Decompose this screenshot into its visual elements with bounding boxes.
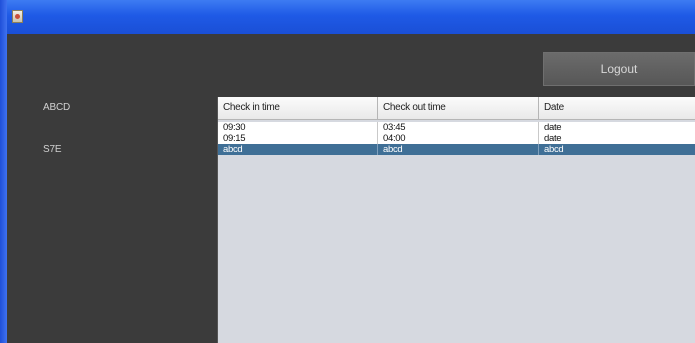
cell-check-in: 09:30 <box>218 122 378 133</box>
logout-button[interactable]: Logout <box>543 52 695 86</box>
java-app-icon[interactable] <box>12 10 23 23</box>
cell-check-out: abcd <box>378 144 539 155</box>
cell-check-out: 03:45 <box>378 122 539 133</box>
cell-check-in: abcd <box>218 144 378 155</box>
main-panel: Logout ABCD S7E Check in time Check out … <box>7 34 695 343</box>
user-id-label: S7E <box>43 144 62 155</box>
table-row-selected[interactable]: abcd abcd abcd <box>218 144 695 155</box>
cell-date: date <box>544 133 562 144</box>
table-header: Check in time Check out time Date <box>218 97 695 120</box>
column-header-check-in[interactable]: Check in time <box>218 97 378 119</box>
window-left-border <box>0 0 7 343</box>
app-window: Logout ABCD S7E Check in time Check out … <box>7 0 695 343</box>
cell-date: date <box>544 122 562 133</box>
column-header-date[interactable]: Date <box>539 97 695 119</box>
attendance-table[interactable]: Check in time Check out time Date 09:30 … <box>217 97 695 343</box>
column-header-check-out[interactable]: Check out time <box>378 97 539 119</box>
cell-check-out: 04:00 <box>378 133 539 144</box>
table-row[interactable]: 09:30 03:45 date <box>218 122 695 133</box>
cell-check-in: 09:15 <box>218 133 378 144</box>
user-name-label: ABCD <box>43 102 70 113</box>
cell-date: abcd <box>544 144 564 155</box>
title-bar[interactable] <box>7 0 695 34</box>
table-row[interactable]: 09:15 04:00 date <box>218 133 695 144</box>
